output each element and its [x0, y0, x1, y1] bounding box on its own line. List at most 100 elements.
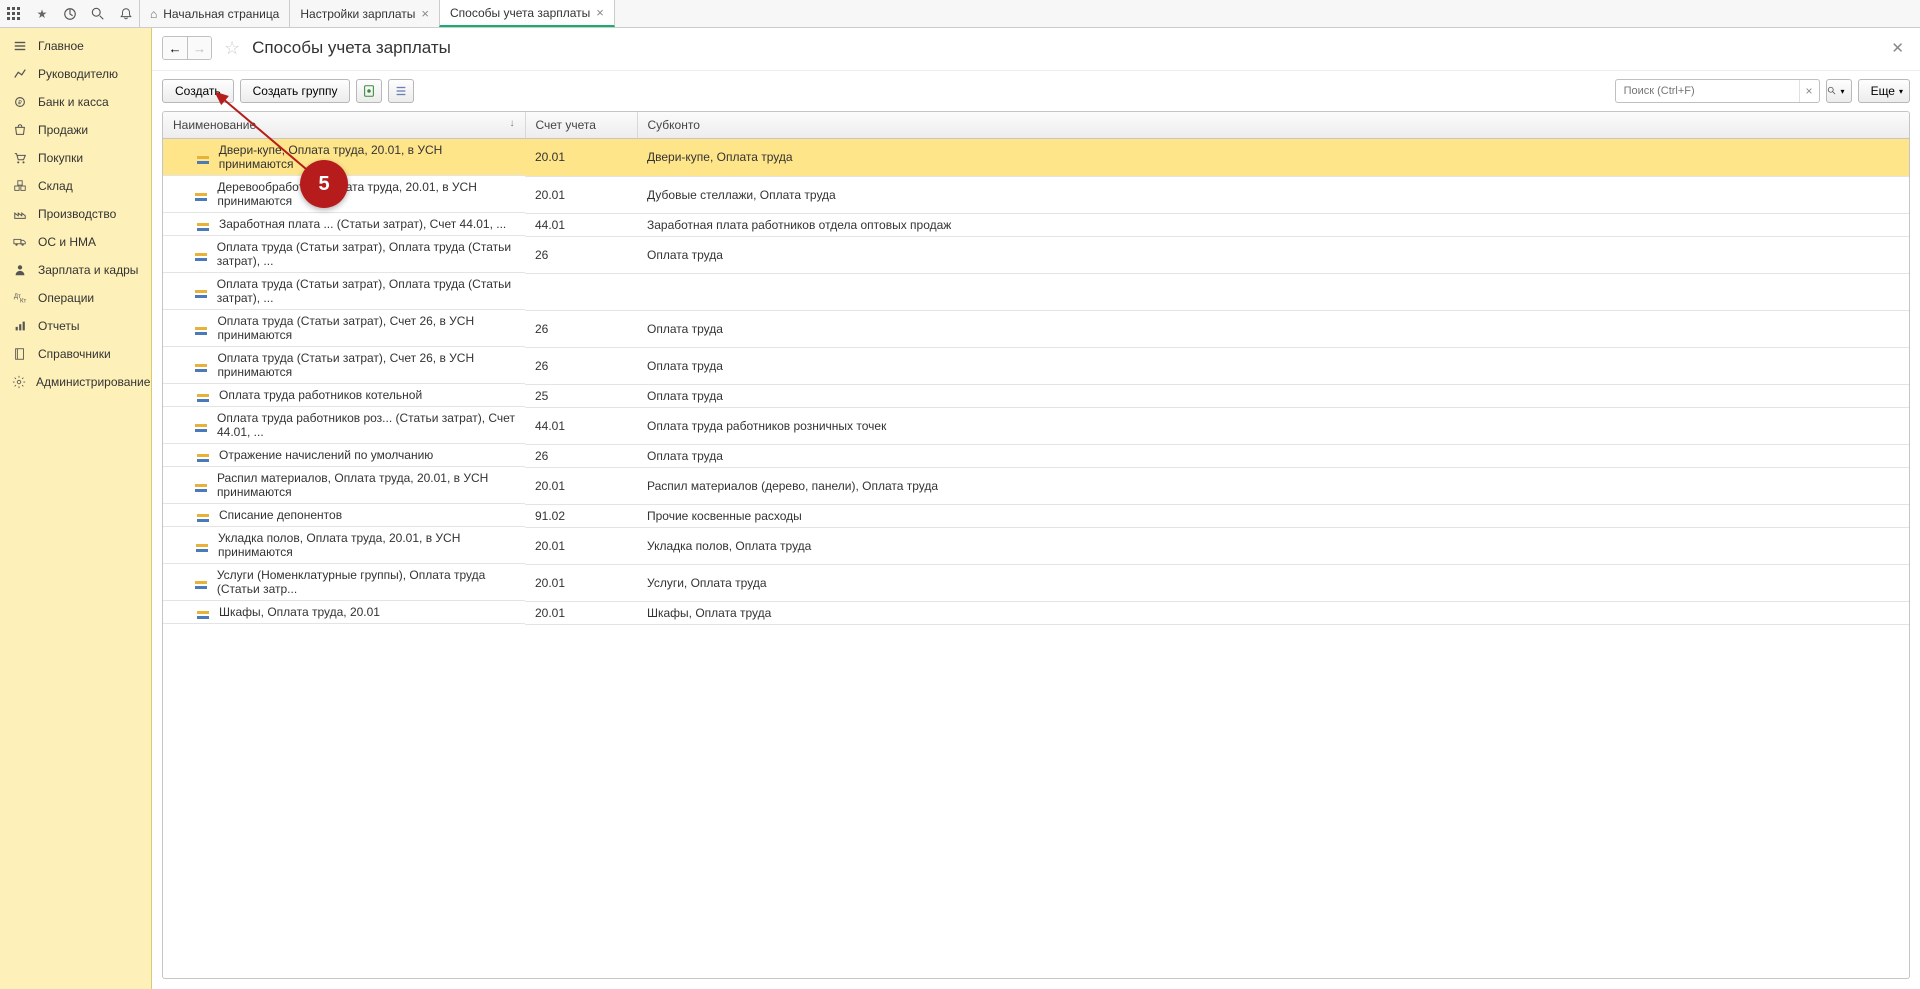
- bank-icon: ₽: [12, 94, 28, 110]
- table-row[interactable]: Услуги (Номенклатурные группы), Оплата т…: [163, 564, 1909, 601]
- favorite-star-icon[interactable]: ☆: [220, 38, 244, 59]
- gear-icon: [12, 374, 26, 390]
- search-input[interactable]: [1616, 85, 1799, 97]
- column-name-label: Наименование: [173, 118, 256, 132]
- list-mode-button[interactable]: [388, 79, 414, 103]
- table-row[interactable]: Распил материалов, Оплата труда, 20.01, …: [163, 467, 1909, 504]
- top-toolbar: ★ ⌂Начальная страница Настройки зарплаты ×…: [0, 0, 1920, 28]
- table-row[interactable]: Оплата труда (Статьи затрат), Счет 26, в…: [163, 347, 1909, 384]
- close-icon[interactable]: ✕: [1885, 39, 1910, 57]
- row-item-icon: [195, 250, 207, 258]
- cell-name: Распил материалов, Оплата труда, 20.01, …: [163, 467, 525, 504]
- sidebar-item[interactable]: ₽Банк и касса: [0, 88, 151, 116]
- sidebar-item[interactable]: Руководителю: [0, 60, 151, 88]
- table-row[interactable]: Двери-купе, Оплата труда, 20.01, в УСН п…: [163, 139, 1909, 177]
- more-button[interactable]: Еще▾: [1858, 79, 1910, 103]
- cell-name-text: Оплата труда (Статьи затрат), Счет 26, в…: [217, 351, 515, 379]
- row-item-icon: [197, 608, 209, 616]
- cell-account: 20.01: [525, 139, 637, 177]
- table-row[interactable]: Отражение начислений по умолчанию26Оплат…: [163, 444, 1909, 467]
- apps-icon[interactable]: [6, 6, 22, 22]
- column-header-account[interactable]: Счет учета: [525, 112, 637, 139]
- create-group-button[interactable]: Создать группу: [240, 79, 351, 103]
- cell-subconto: Оплата труда: [637, 310, 1909, 347]
- cell-subconto: Шкафы, Оплата труда: [637, 601, 1909, 624]
- sidebar-item[interactable]: Продажи: [0, 116, 151, 144]
- sidebar-item[interactable]: Покупки: [0, 144, 151, 172]
- tab-label: Начальная страница: [163, 7, 279, 21]
- table-row[interactable]: Заработная плата ... (Статьи затрат), Сч…: [163, 213, 1909, 236]
- sidebar-item-label: Продажи: [38, 123, 88, 137]
- sidebar-item[interactable]: Производство: [0, 200, 151, 228]
- row-item-icon: [197, 391, 209, 399]
- bell-icon[interactable]: [118, 6, 134, 22]
- tab[interactable]: Настройки зарплаты ×: [289, 0, 440, 27]
- cell-name: Шкафы, Оплата труда, 20.01: [163, 601, 525, 624]
- table-row[interactable]: Оплата труда работников котельной25Оплат…: [163, 384, 1909, 407]
- tab-label: Настройки зарплаты: [300, 7, 415, 21]
- create-button[interactable]: Создать: [162, 79, 234, 103]
- tab-label: Способы учета зарплаты: [450, 6, 590, 20]
- sidebar-item[interactable]: Склад: [0, 172, 151, 200]
- book-icon: [12, 346, 28, 362]
- cell-subconto: Оплата труда работников розничных точек: [637, 407, 1909, 444]
- sort-arrow-icon: ↓: [510, 118, 515, 129]
- tab-bar: ⌂Начальная страницаНастройки зарплаты×Сп…: [140, 0, 615, 27]
- person-icon: [12, 262, 28, 278]
- page-header: ← → ☆ Способы учета зарплаты ✕: [152, 28, 1920, 71]
- table-row[interactable]: Оплата труда (Статьи затрат), Счет 26, в…: [163, 310, 1909, 347]
- cell-name: Услуги (Номенклатурные группы), Оплата т…: [163, 564, 525, 601]
- column-header-subconto[interactable]: Субконто: [637, 112, 1909, 139]
- sidebar-item[interactable]: Главное: [0, 32, 151, 60]
- sidebar-item[interactable]: Справочники: [0, 340, 151, 368]
- search-icon[interactable]: [90, 6, 106, 22]
- table-row[interactable]: Списание депонентов91.02Прочие косвенные…: [163, 504, 1909, 527]
- table-row[interactable]: Шкафы, Оплата труда, 20.0120.01Шкафы, Оп…: [163, 601, 1909, 624]
- sidebar-item[interactable]: Зарплата и кадры: [0, 256, 151, 284]
- cell-account: 25: [525, 384, 637, 407]
- table-row[interactable]: Оплата труда (Статьи затрат), Оплата тру…: [163, 273, 1909, 310]
- sidebar-item[interactable]: ОС и НМА: [0, 228, 151, 256]
- history-icon[interactable]: [62, 6, 78, 22]
- refresh-button[interactable]: [356, 79, 382, 103]
- chart-icon: [12, 66, 28, 82]
- sidebar-item-label: Операции: [38, 291, 94, 305]
- svg-text:Кт: Кт: [20, 297, 27, 304]
- search-clear-icon[interactable]: ×: [1799, 80, 1819, 102]
- row-item-icon: [195, 361, 207, 369]
- cell-name-text: Двери-купе, Оплата труда, 20.01, в УСН п…: [219, 143, 515, 171]
- sidebar-item-label: Зарплата и кадры: [38, 263, 138, 277]
- table-row[interactable]: Оплата труда (Статьи затрат), Оплата тру…: [163, 236, 1909, 273]
- table-row[interactable]: Деревообработка, Оплата труда, 20.01, в …: [163, 176, 1909, 213]
- sidebar-item[interactable]: ДтКтОперации: [0, 284, 151, 312]
- sidebar-item-label: Администрирование: [36, 375, 150, 389]
- star-icon[interactable]: ★: [34, 6, 50, 22]
- tab[interactable]: Способы учета зарплаты ×: [439, 0, 615, 27]
- search-field[interactable]: ×: [1615, 79, 1820, 103]
- cell-account: 20.01: [525, 564, 637, 601]
- nav-back-button[interactable]: ←: [163, 37, 187, 59]
- nav-forward-button[interactable]: →: [187, 37, 211, 59]
- sidebar-item-label: Справочники: [38, 347, 111, 361]
- sidebar-item-label: Главное: [38, 39, 84, 53]
- row-item-icon: [195, 578, 207, 586]
- sidebar-item[interactable]: Администрирование: [0, 368, 151, 396]
- cart-icon: [12, 150, 28, 166]
- tab-close-icon[interactable]: ×: [421, 6, 429, 21]
- cell-name: Оплата труда (Статьи затрат), Счет 26, в…: [163, 310, 525, 347]
- tab[interactable]: ⌂Начальная страница: [139, 0, 290, 27]
- cell-account: 20.01: [525, 527, 637, 564]
- tab-close-icon[interactable]: ×: [596, 5, 604, 20]
- column-header-name[interactable]: Наименование ↓: [163, 112, 525, 139]
- search-settings-button[interactable]: ▾: [1826, 79, 1852, 103]
- cell-account: 20.01: [525, 176, 637, 213]
- table-row[interactable]: Оплата труда работников роз... (Статьи з…: [163, 407, 1909, 444]
- table-row[interactable]: Укладка полов, Оплата труда, 20.01, в УС…: [163, 527, 1909, 564]
- cell-name-text: Распил материалов, Оплата труда, 20.01, …: [217, 471, 515, 499]
- sidebar-item[interactable]: Отчеты: [0, 312, 151, 340]
- sidebar-item-label: Склад: [38, 179, 73, 193]
- boxes-icon: [12, 178, 28, 194]
- cell-name-text: Оплата труда работников котельной: [219, 388, 422, 402]
- cell-name: Списание депонентов: [163, 504, 525, 527]
- cell-name-text: Оплата труда (Статьи затрат), Счет 26, в…: [217, 314, 515, 342]
